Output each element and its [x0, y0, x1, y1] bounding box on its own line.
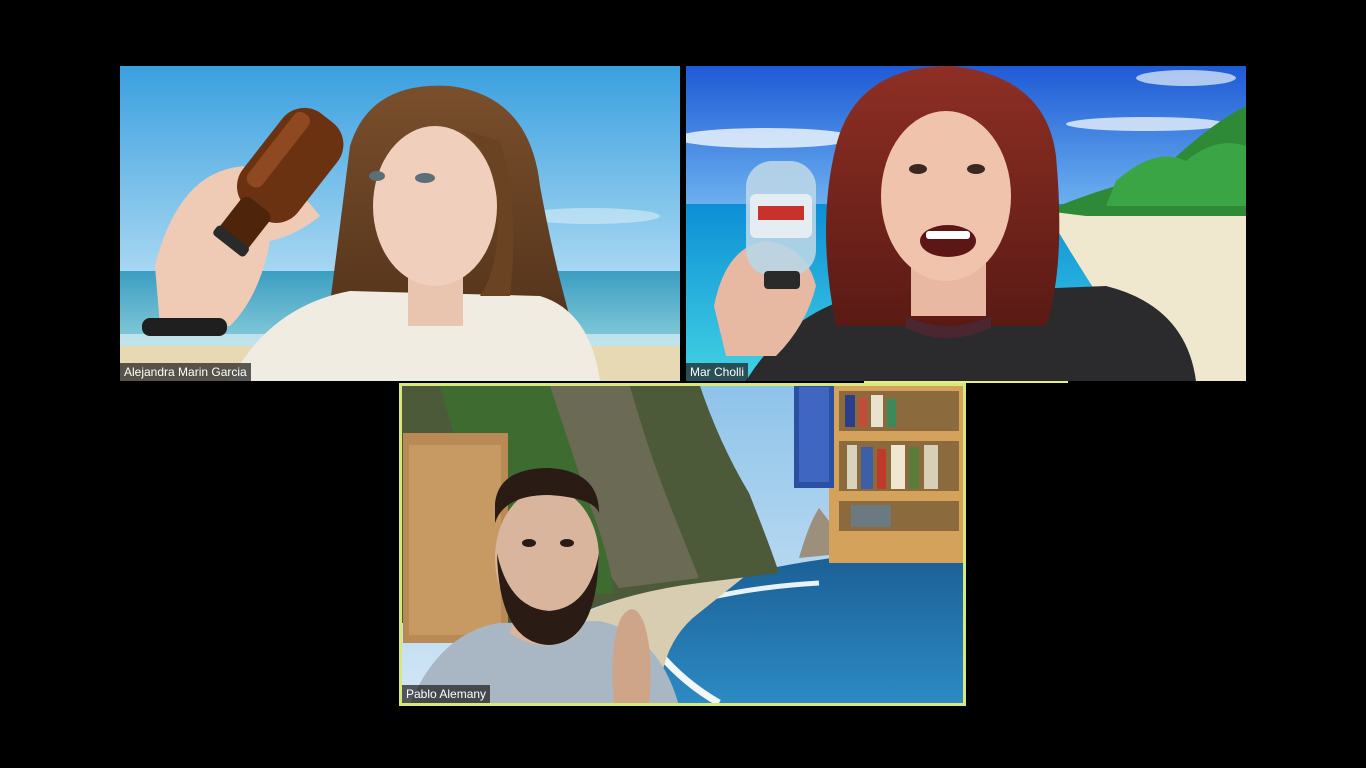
participant-name-label: Alejandra Marin Garcia [120, 363, 251, 381]
participant-video [120, 66, 680, 381]
participant-name-label: Mar Cholli [686, 363, 749, 381]
participant-video-tile[interactable]: Alejandra Marin Garcia [120, 66, 680, 381]
active-speaker-video-tile[interactable]: Pablo Alemany [399, 383, 966, 706]
participant-video [399, 383, 966, 706]
participant-video [686, 66, 1246, 381]
participant-name-label: Pablo Alemany [402, 685, 491, 703]
participant-video-tile[interactable]: Mar Cholli [686, 66, 1246, 381]
meeting-gallery-view: Alejandra Marin Garcia Mar Cholli Pablo … [0, 0, 1366, 768]
